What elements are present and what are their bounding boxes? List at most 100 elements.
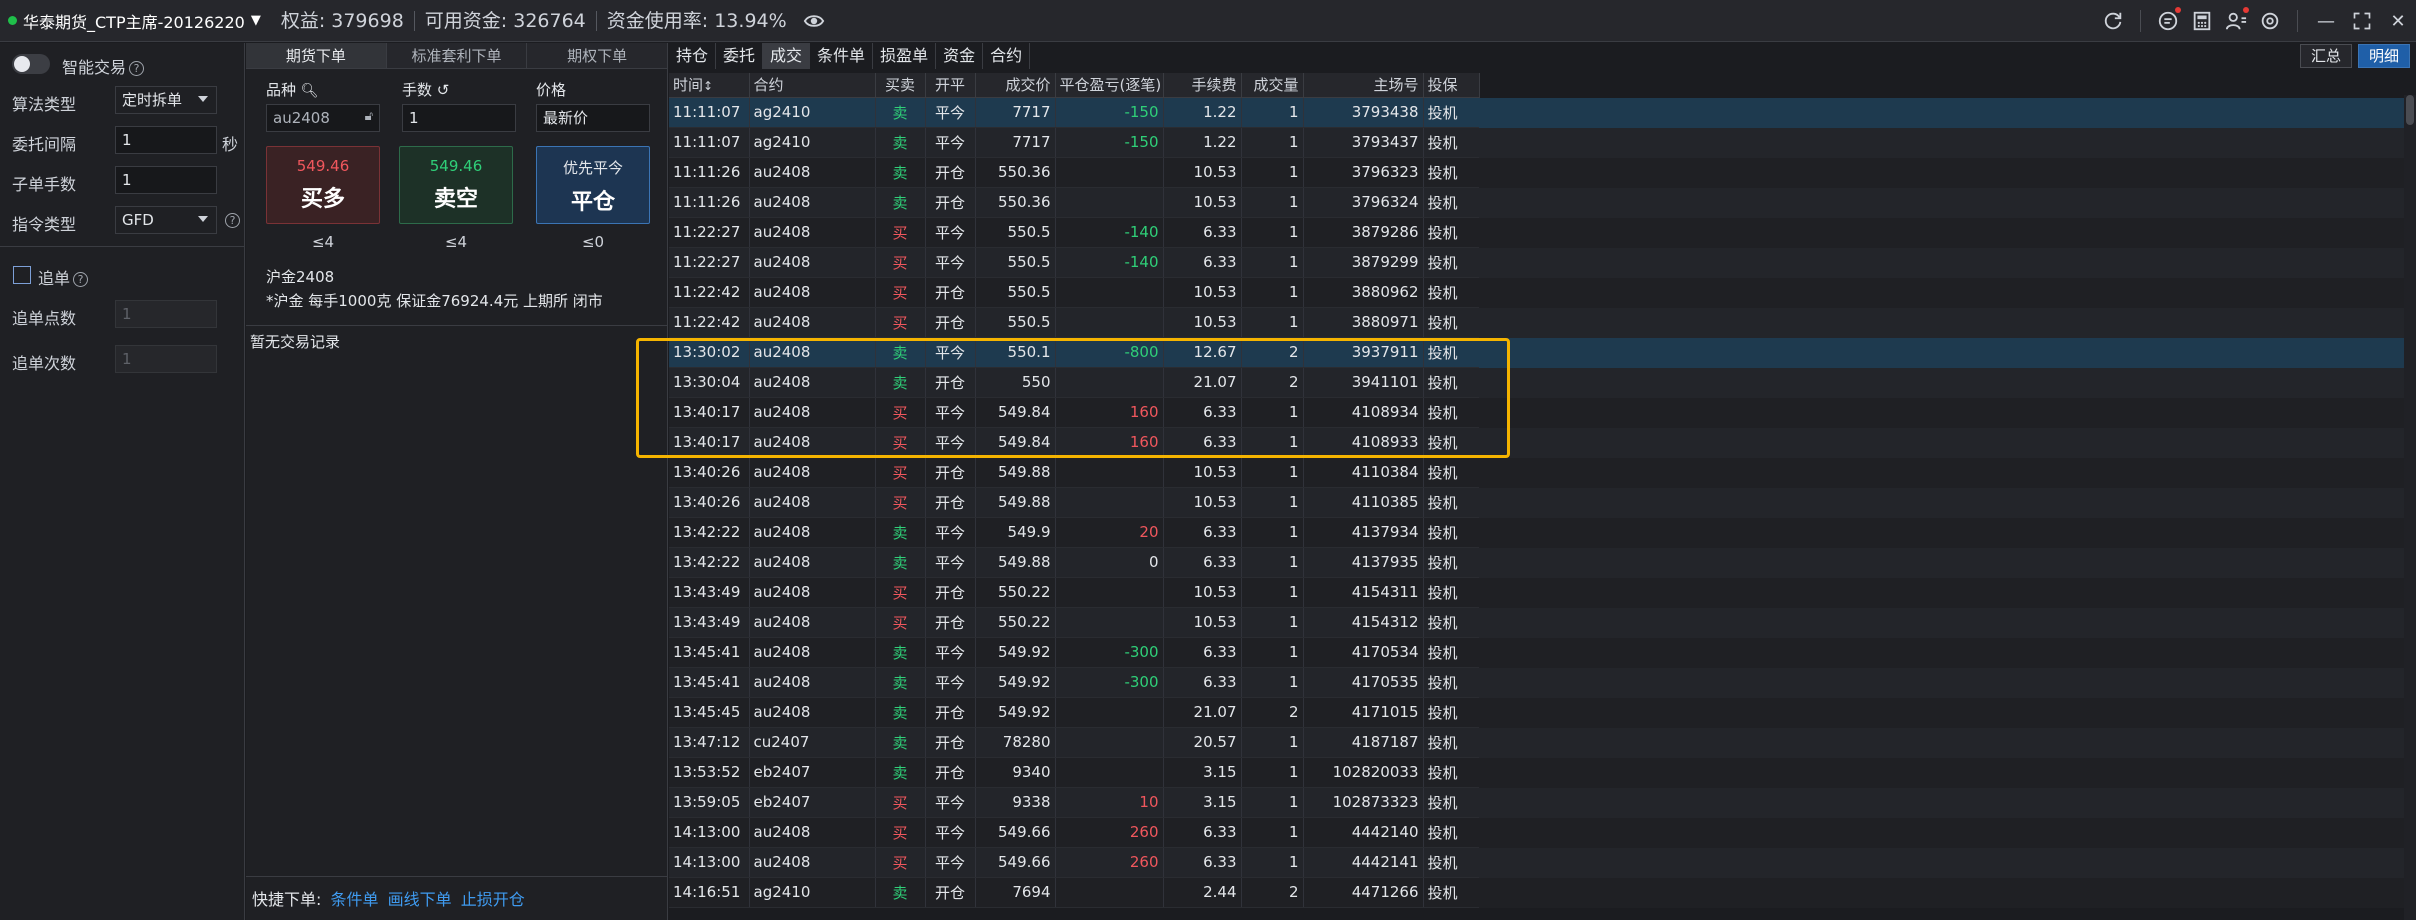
- table-row[interactable]: 13:40:26 au2408 买开仓 549.88 10.53 1 4110384 投机: [669, 457, 1480, 488]
- table-row[interactable]: 13:30:02 au2408 卖平今 550.1 -800 12.67 2 3937911 投…: [669, 337, 1480, 368]
- order-type-select[interactable]: GFD: [115, 206, 217, 234]
- column-header-contract[interactable]: 合约: [749, 73, 876, 98]
- table-row[interactable]: 13:45:41 au2408 卖平今 549.92 -300 6.33 1 4170535 投…: [669, 667, 1480, 698]
- table-row[interactable]: 13:45:45 au2408 卖开仓 549.92 21.07 2 4171015 投机: [669, 697, 1480, 728]
- price-input[interactable]: 最新价: [536, 104, 650, 132]
- chase-points-label: 追单点数: [12, 309, 77, 328]
- table-row[interactable]: 11:11:26 au2408 卖开仓 550.36 10.53 1 3796324 投机: [669, 187, 1480, 218]
- cell-open-close: 平今: [925, 667, 976, 698]
- table-row[interactable]: 13:30:04 au2408 卖开仓 550 21.07 2 3941101 投机: [669, 367, 1480, 398]
- tab-options-order[interactable]: 期权下单: [527, 43, 669, 68]
- tab-orders[interactable]: 委托: [716, 43, 764, 69]
- table-row[interactable]: 13:53:52 eb2407 卖开仓 9340 3.15 1 102820033 投机: [669, 757, 1480, 788]
- order-interval-input[interactable]: 1: [115, 126, 217, 154]
- cell-contract: au2408: [749, 517, 876, 548]
- sub-order-qty-input[interactable]: 1: [115, 166, 217, 194]
- tab-funds[interactable]: 资金: [936, 43, 984, 69]
- column-header-volume[interactable]: 成交量: [1241, 73, 1304, 98]
- table-row[interactable]: 13:43:49 au2408 买开仓 550.22 10.53 1 4154311 投机: [669, 577, 1480, 608]
- calculator-icon[interactable]: [2191, 10, 2213, 32]
- tab-contracts[interactable]: 合约: [983, 43, 1031, 69]
- close-icon[interactable]: ✕: [2380, 0, 2416, 42]
- table-row[interactable]: 14:13:00 au2408 买平今 549.66 260 6.33 1 4442140 投机: [669, 817, 1480, 848]
- table-row[interactable]: 14:13:00 au2408 买平今 549.66 260 6.33 1 4442141 投机: [669, 847, 1480, 878]
- quantity-input[interactable]: 1: [402, 104, 516, 132]
- product-input[interactable]: au2408 🔓︎: [266, 104, 380, 132]
- help-icon[interactable]: ?: [73, 272, 89, 287]
- cell-commission: 6.33: [1163, 517, 1242, 548]
- help-icon[interactable]: ?: [225, 213, 240, 228]
- user-list-icon[interactable]: [2225, 7, 2249, 32]
- conditional-order-link[interactable]: 条件单: [331, 890, 379, 909]
- table-row[interactable]: 13:45:41 au2408 卖平今 549.92 -300 6.33 1 4170534 投…: [669, 637, 1480, 668]
- detail-button[interactable]: 明细: [2357, 44, 2410, 68]
- sort-icon[interactable]: ↕: [703, 79, 713, 93]
- column-header-hedge[interactable]: 投保: [1423, 73, 1480, 98]
- settings-gear-icon[interactable]: [2259, 10, 2281, 32]
- table-row[interactable]: 13:42:22 au2408 卖平今 549.88 0 6.33 1 4137935 投机: [669, 547, 1480, 578]
- table-row[interactable]: 11:22:27 au2408 买平今 550.5 -140 6.33 1 3879299 投机: [669, 247, 1480, 278]
- help-icon[interactable]: ?: [129, 61, 145, 76]
- section-divider: [246, 876, 668, 877]
- minimize-icon[interactable]: —: [2308, 0, 2344, 42]
- column-header-time[interactable]: 时间↕: [669, 73, 750, 98]
- smart-trade-toggle[interactable]: [12, 54, 50, 74]
- cell-volume: 2: [1241, 337, 1304, 368]
- chase-points-input[interactable]: 1: [115, 300, 217, 328]
- table-row[interactable]: 11:22:27 au2408 买平今 550.5 -140 6.33 1 3879286 投机: [669, 217, 1480, 248]
- table-row[interactable]: 13:59:05 eb2407 买平今 9338 10 3.15 1 102873323 投机: [669, 787, 1480, 818]
- chase-times-input[interactable]: 1: [115, 345, 217, 373]
- tab-stop-orders[interactable]: 损盈单: [873, 43, 937, 69]
- column-header-open-close[interactable]: 开平: [925, 73, 976, 98]
- table-row[interactable]: 13:42:22 au2408 卖平今 549.9 20 6.33 1 4137934 投机: [669, 517, 1480, 548]
- table-row[interactable]: 11:22:42 au2408 买开仓 550.5 10.53 1 3880962 投机: [669, 277, 1480, 308]
- tab-arbitrage-order[interactable]: 标准套利下单: [387, 43, 528, 68]
- tab-positions[interactable]: 持仓: [669, 43, 717, 69]
- buy-long-button[interactable]: 549.46 买多: [266, 146, 380, 224]
- table-row[interactable]: 13:40:17 au2408 买平今 549.84 160 6.33 1 4108934 投机: [669, 397, 1480, 428]
- cell-pnl: 20: [1055, 517, 1164, 548]
- table-row[interactable]: 13:40:17 au2408 买平今 549.84 160 6.33 1 4108933 投机: [669, 427, 1480, 458]
- refresh-icon[interactable]: [2102, 10, 2124, 32]
- stop-loss-open-link[interactable]: 止损开仓: [461, 890, 525, 909]
- cell-side: 买: [875, 607, 926, 638]
- cell-price: 550.5: [975, 247, 1056, 278]
- line-order-link[interactable]: 画线下单: [388, 890, 452, 909]
- table-row[interactable]: 11:11:07 ag2410 卖平今 7717 -150 1.22 1 3793437 投机: [669, 127, 1480, 158]
- account-selector[interactable]: 华泰期货_CTP主席-20126220 ▼: [0, 9, 261, 33]
- maximize-icon[interactable]: [2344, 0, 2380, 42]
- unlock-icon[interactable]: 🔓︎: [365, 108, 373, 126]
- table-row[interactable]: 11:11:07 ag2410 卖平今 7717 -150 1.22 1 3793438 投机: [669, 97, 1480, 128]
- search-icon[interactable]: 🔍︎: [301, 83, 319, 99]
- vertical-scrollbar[interactable]: [2404, 95, 2416, 920]
- column-header-commission[interactable]: 手续费: [1163, 73, 1242, 98]
- column-header-side[interactable]: 买卖: [875, 73, 926, 98]
- summary-button[interactable]: 汇总: [2299, 44, 2352, 68]
- row-stripe: [1479, 788, 2407, 818]
- tab-conditional-orders[interactable]: 条件单: [810, 43, 874, 69]
- cell-volume: 1: [1241, 577, 1304, 608]
- price-label: 价格: [536, 81, 567, 99]
- tab-fills[interactable]: 成交: [763, 43, 811, 69]
- chase-order-checkbox[interactable]: [13, 266, 31, 284]
- algo-type-select[interactable]: 定时拆单: [115, 86, 217, 114]
- message-icon[interactable]: [2157, 7, 2181, 32]
- sell-short-button[interactable]: 549.46 卖空: [399, 146, 513, 224]
- tab-futures-order[interactable]: 期货下单: [246, 43, 387, 68]
- column-header-pnl[interactable]: 平仓盈亏(逐笔): [1055, 73, 1164, 98]
- close-position-button[interactable]: 优先平今 平仓: [536, 146, 650, 224]
- eye-icon[interactable]: [803, 10, 825, 32]
- cell-volume: 1: [1241, 157, 1304, 188]
- table-row[interactable]: 14:16:51 ag2410 卖开仓 7694 2.44 2 4471266 投机: [669, 877, 1480, 908]
- column-header-trade-id[interactable]: 主场号: [1303, 73, 1424, 98]
- table-row[interactable]: 11:11:26 au2408 卖开仓 550.36 10.53 1 3796323 投机: [669, 157, 1480, 188]
- table-row[interactable]: 13:40:26 au2408 买开仓 549.88 10.53 1 4110385 投机: [669, 487, 1480, 518]
- table-row[interactable]: 13:43:49 au2408 买开仓 550.22 10.53 1 4154312 投机: [669, 607, 1480, 638]
- table-row[interactable]: 13:47:12 cu2407 卖开仓 78280 20.57 1 4187187 投机: [669, 727, 1480, 758]
- caret-down-icon[interactable]: ▼: [251, 13, 261, 28]
- cell-price: 549.66: [975, 817, 1056, 848]
- reset-icon[interactable]: ↺: [437, 81, 450, 99]
- scrollbar-thumb[interactable]: [2406, 95, 2414, 125]
- table-row[interactable]: 11:22:42 au2408 买开仓 550.5 10.53 1 3880971 投机: [669, 307, 1480, 338]
- column-header-price[interactable]: 成交价: [975, 73, 1056, 98]
